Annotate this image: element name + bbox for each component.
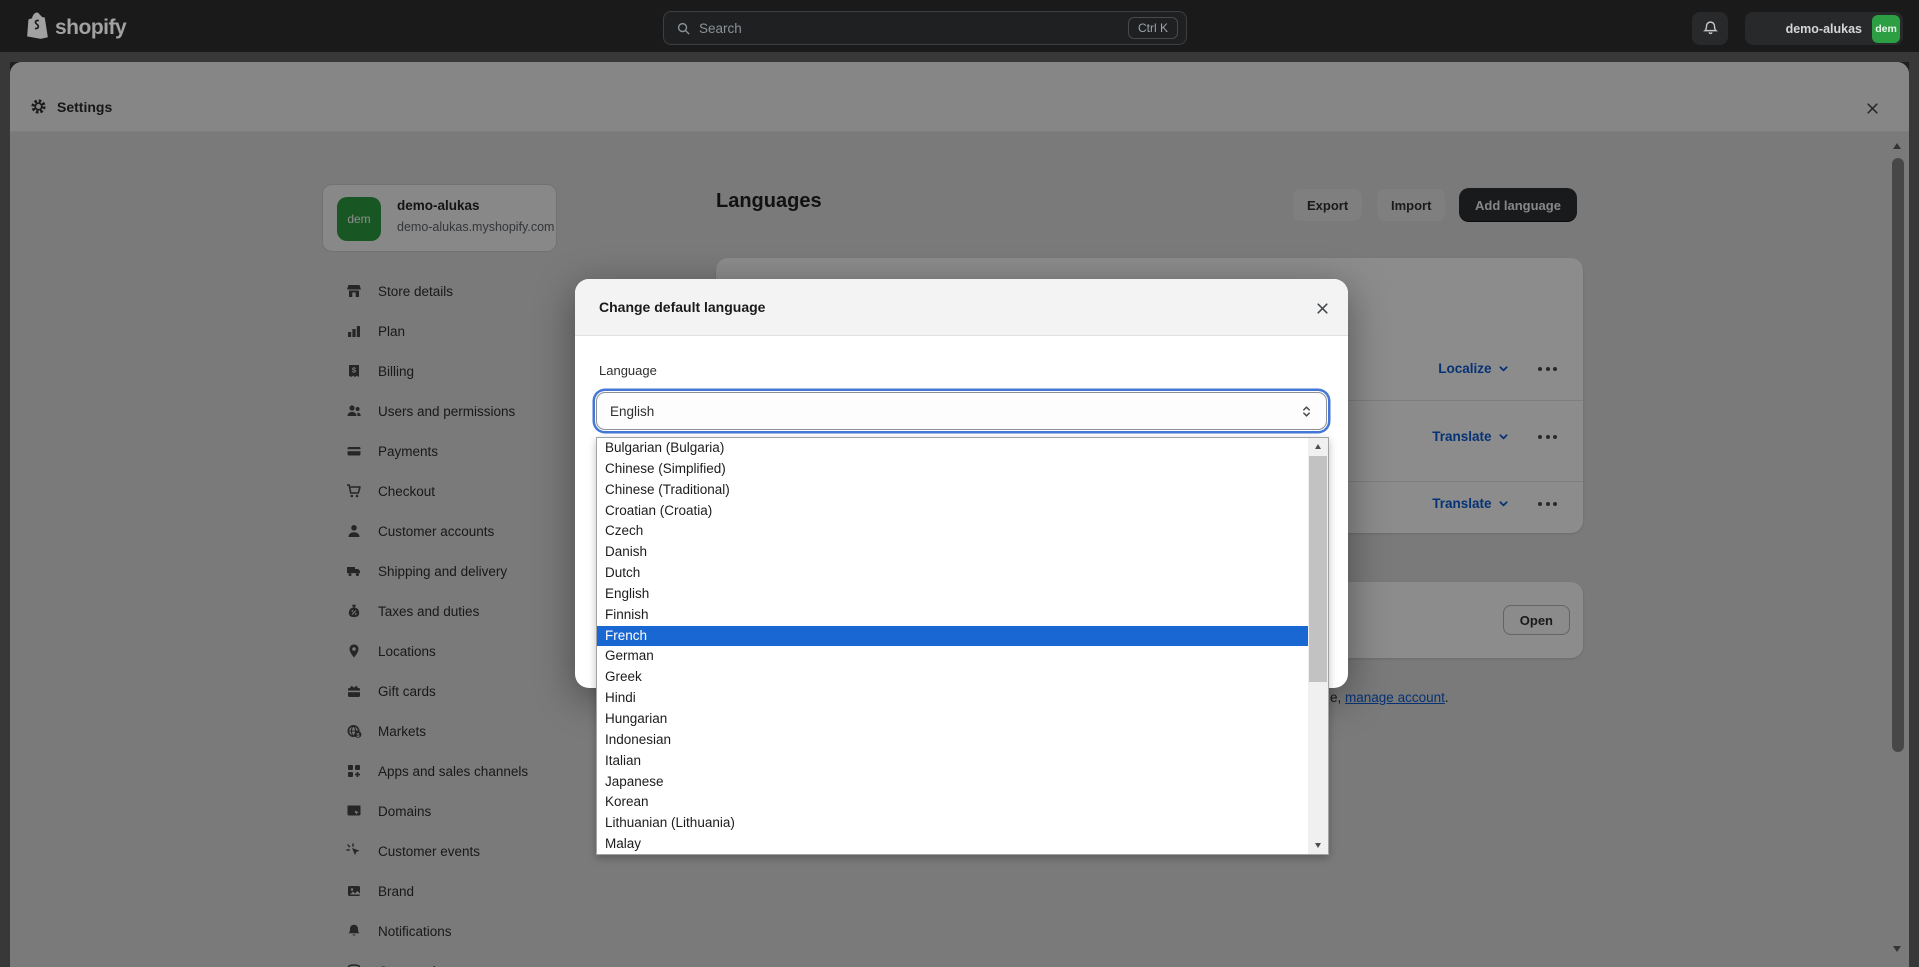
- option-bulgarian-bulgaria[interactable]: Bulgarian (Bulgaria): [597, 438, 1308, 459]
- option-croatian-croatia[interactable]: Croatian (Croatia): [597, 501, 1308, 522]
- select-updown-icon: [1300, 405, 1313, 418]
- option-danish[interactable]: Danish: [597, 542, 1308, 563]
- shopify-wordmark: shopify: [55, 16, 126, 40]
- dropdown-scroll-down-button[interactable]: [1308, 837, 1328, 854]
- modal-title: Change default language: [599, 299, 765, 315]
- user-name: demo-alukas: [1786, 22, 1862, 36]
- search-icon: [676, 21, 691, 36]
- close-icon: [1316, 302, 1329, 315]
- shopify-bag-icon: [26, 11, 49, 45]
- language-select[interactable]: English: [596, 392, 1327, 430]
- option-german[interactable]: German: [597, 646, 1308, 667]
- search-shortcut-badge: Ctrl K: [1128, 17, 1178, 39]
- option-indonesian[interactable]: Indonesian: [597, 730, 1308, 751]
- option-korean[interactable]: Korean: [597, 792, 1308, 813]
- option-italian[interactable]: Italian: [597, 751, 1308, 772]
- language-select-value: English: [610, 404, 1300, 419]
- modal-close-button[interactable]: [1313, 299, 1331, 317]
- option-hindi[interactable]: Hindi: [597, 688, 1308, 709]
- notifications-bell-button[interactable]: [1692, 12, 1728, 45]
- option-english[interactable]: English: [597, 584, 1308, 605]
- language-dropdown: Bulgarian (Bulgaria)Chinese (Simplified)…: [596, 437, 1329, 855]
- option-greek[interactable]: Greek: [597, 667, 1308, 688]
- modal-header: Change default language: [575, 279, 1348, 336]
- shopify-logo[interactable]: shopify: [26, 11, 126, 45]
- search-input[interactable]: Search Ctrl K: [663, 11, 1187, 45]
- dropdown-scrollbar[interactable]: [1308, 438, 1328, 854]
- option-japanese[interactable]: Japanese: [597, 772, 1308, 793]
- option-dutch[interactable]: Dutch: [597, 563, 1308, 584]
- bell-icon: [1702, 20, 1719, 37]
- option-chinese-simplified[interactable]: Chinese (Simplified): [597, 459, 1308, 480]
- option-french[interactable]: French: [597, 626, 1308, 647]
- language-listbox: Bulgarian (Bulgaria)Chinese (Simplified)…: [597, 438, 1308, 855]
- search-placeholder: Search: [699, 21, 1128, 36]
- dropdown-scrollbar-thumb[interactable]: [1309, 456, 1327, 682]
- dropdown-scroll-up-button[interactable]: [1308, 438, 1328, 455]
- topbar: shopify Search Ctrl K demo-alukas dem: [0, 0, 1919, 52]
- user-avatar: dem: [1872, 15, 1900, 43]
- user-menu[interactable]: demo-alukas dem: [1745, 12, 1903, 45]
- language-field-label: Language: [599, 363, 657, 378]
- option-hungarian[interactable]: Hungarian: [597, 709, 1308, 730]
- option-finnish[interactable]: Finnish: [597, 605, 1308, 626]
- option-malay[interactable]: Malay: [597, 834, 1308, 855]
- option-lithuanian-lithuania[interactable]: Lithuanian (Lithuania): [597, 813, 1308, 834]
- option-czech[interactable]: Czech: [597, 521, 1308, 542]
- option-chinese-traditional[interactable]: Chinese (Traditional): [597, 480, 1308, 501]
